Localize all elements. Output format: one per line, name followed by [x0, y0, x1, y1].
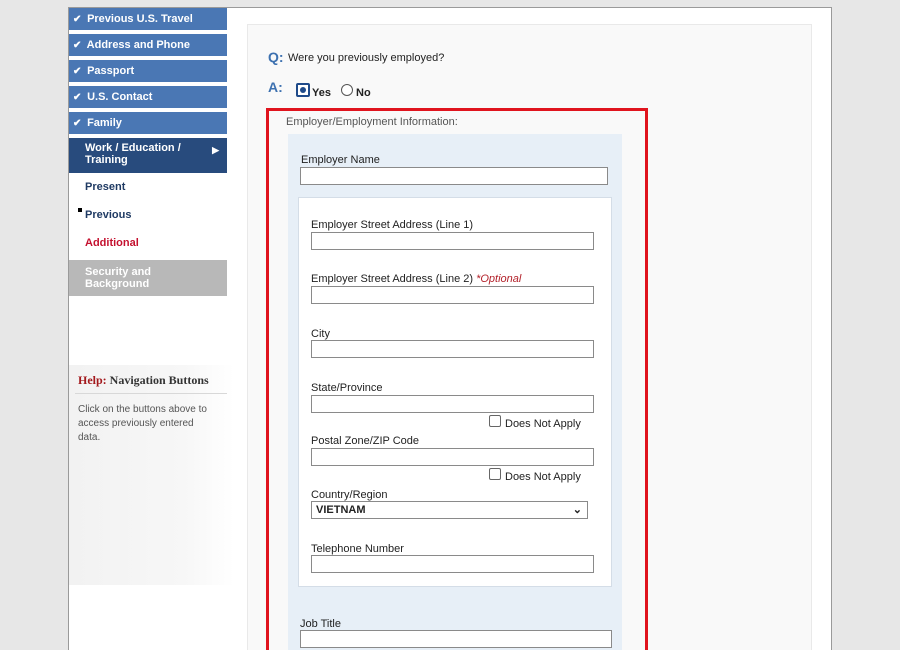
yes-label[interactable]: Yes: [312, 87, 331, 99]
country-label: Country/Region: [311, 489, 388, 501]
check-icon: ✔: [73, 118, 82, 129]
postal-input[interactable]: [311, 448, 594, 466]
sidebar-item-label: Family: [87, 117, 122, 129]
main-panel: Q: Were you previously employed? A: Yes …: [247, 24, 812, 650]
question-text: Were you previously employed?: [288, 52, 445, 64]
no-radio[interactable]: [341, 84, 353, 96]
sidebar-item-label: Previous U.S. Travel: [87, 13, 193, 25]
sidebar-item-passport[interactable]: ✔ Passport: [69, 60, 227, 83]
employer-name-input[interactable]: [300, 167, 608, 185]
current-page-marker-icon: [78, 208, 82, 212]
street1-input[interactable]: [311, 232, 594, 250]
help-prefix: Help:: [78, 373, 107, 387]
phone-label: Telephone Number: [311, 543, 404, 555]
question-label: Q:: [268, 49, 284, 65]
sidebar-item-security-background: Security and Background: [69, 260, 227, 296]
sidebar-subitem-additional[interactable]: Additional: [85, 237, 139, 249]
job-title-input[interactable]: [300, 630, 612, 648]
help-title: Help: Navigation Buttons: [78, 373, 209, 388]
answer-label: A:: [268, 79, 283, 95]
postal-label: Postal Zone/ZIP Code: [311, 435, 420, 447]
check-icon: ✔: [73, 66, 82, 77]
sidebar-item-address-and-phone[interactable]: ✔ Address and Phone: [69, 34, 227, 57]
no-label[interactable]: No: [356, 87, 371, 99]
check-icon: ✔: [73, 92, 82, 103]
divider: [75, 393, 227, 394]
sidebar-subitem-previous[interactable]: Previous: [85, 209, 131, 221]
postal-does-not-apply-checkbox[interactable]: [489, 468, 501, 480]
sidebar-item-label: Security and Background: [85, 266, 152, 290]
optional-note: *Optional: [476, 273, 522, 285]
help-title-text: Navigation Buttons: [106, 373, 209, 387]
country-value: VIETNAM: [316, 504, 366, 516]
street1-label: Employer Street Address (Line 1): [311, 219, 474, 231]
chevron-right-icon: ▶: [212, 145, 219, 155]
sidebar-item-work-education-training[interactable]: Work / Education / Training ▶: [69, 138, 227, 173]
check-icon: ✔: [73, 40, 82, 51]
sidebar-item-label: U.S. Contact: [87, 91, 153, 103]
section-title: Employer/Employment Information:: [286, 116, 458, 128]
city-label: City: [311, 328, 330, 340]
state-label: State/Province: [311, 382, 383, 394]
street2-input[interactable]: [311, 286, 594, 304]
sidebar-item-label: Address and Phone: [86, 39, 190, 51]
state-does-not-apply-checkbox[interactable]: [489, 415, 501, 427]
job-title-label: Job Title: [300, 618, 341, 630]
sidebar-subitem-present[interactable]: Present: [85, 181, 125, 193]
street2-label: Employer Street Address (Line 2) *Option…: [311, 273, 521, 285]
help-text: Click on the buttons above to access pre…: [78, 404, 207, 443]
sidebar-item-family[interactable]: ✔ Family: [69, 112, 227, 135]
help-panel: Help: Navigation Buttons Click on the bu…: [69, 365, 234, 585]
state-input[interactable]: [311, 395, 594, 413]
street2-label-text: Employer Street Address (Line 2): [311, 273, 474, 285]
country-select[interactable]: VIETNAM ⌄: [311, 501, 588, 519]
sidebar-item-us-contact[interactable]: ✔ U.S. Contact: [69, 86, 227, 109]
application-frame: ✔ Previous U.S. Travel ✔ Address and Pho…: [68, 7, 832, 650]
phone-input[interactable]: [311, 555, 594, 573]
sidebar: ✔ Previous U.S. Travel ✔ Address and Pho…: [69, 8, 234, 650]
radio-selected-dot-icon: [300, 87, 306, 93]
sidebar-item-previous-us-travel[interactable]: ✔ Previous U.S. Travel: [69, 8, 227, 31]
city-input[interactable]: [311, 340, 594, 358]
state-does-not-apply-label[interactable]: Does Not Apply: [505, 418, 581, 430]
yes-radio[interactable]: [296, 83, 310, 97]
check-icon: ✔: [73, 14, 82, 25]
sidebar-item-label: Passport: [87, 65, 135, 77]
chevron-down-icon: ⌄: [572, 504, 582, 516]
postal-does-not-apply-label[interactable]: Does Not Apply: [505, 471, 581, 483]
sidebar-item-label: Work / Education / Training: [85, 142, 181, 166]
employer-name-label: Employer Name: [301, 154, 380, 166]
